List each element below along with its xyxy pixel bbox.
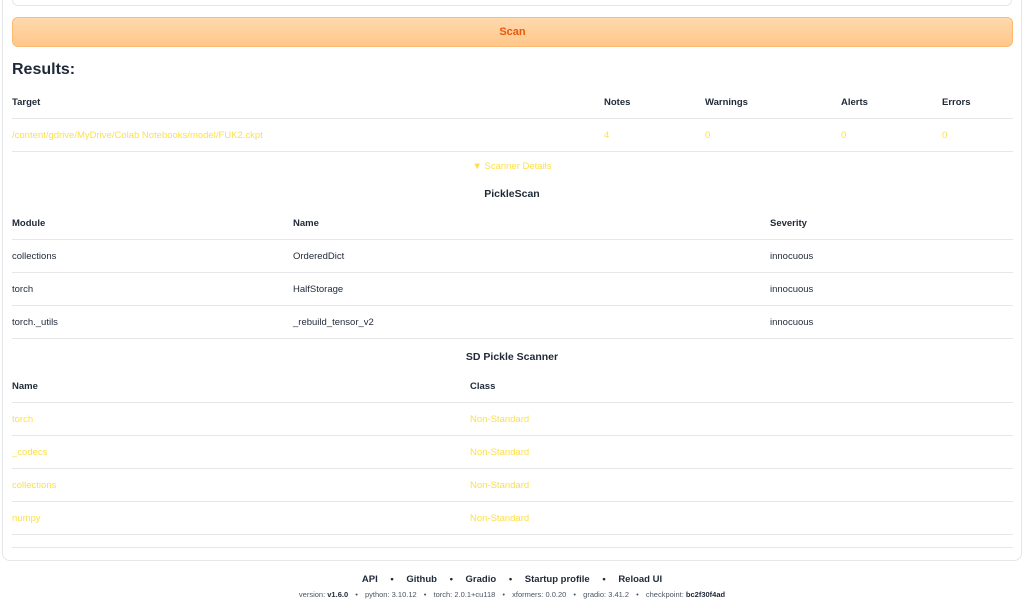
checkpoint-label: checkpoint:: [645, 590, 686, 599]
target-path: /content/gdrive/MyDrive/Colab Notebooks/…: [12, 129, 263, 141]
header-alerts: Alerts: [841, 96, 868, 108]
python-value: 3.10.12: [391, 590, 417, 599]
errors-count: 0: [942, 129, 948, 141]
name-cell: HalfStorage: [293, 283, 344, 295]
table-row: collections OrderedDict innocuous: [12, 240, 1013, 273]
table-row: collections Non-Standard: [12, 469, 1013, 502]
separator-dot: •: [423, 590, 427, 599]
module-cell: collections: [12, 250, 57, 262]
severity-cell: innocuous: [770, 250, 814, 262]
name-cell: numpy: [12, 512, 41, 524]
header-notes: Notes: [604, 96, 631, 108]
severity-cell: innocuous: [770, 283, 814, 295]
picklescan-table: Module Name Severity collections Ordered…: [12, 207, 1013, 339]
name-cell: _codecs: [12, 446, 48, 458]
table-row: _codecs Non-Standard: [12, 436, 1013, 469]
torch-label: torch:: [433, 590, 455, 599]
table-row: torch HalfStorage innocuous: [12, 273, 1013, 306]
input-panel-edge: [12, 0, 1012, 6]
class-cell: Non-Standard: [470, 512, 530, 524]
name-cell: OrderedDict: [293, 250, 345, 262]
module-cell: torch: [12, 283, 34, 295]
results-title: Results:: [12, 61, 76, 78]
name-cell: torch: [12, 413, 34, 425]
separator-dot: •: [502, 590, 506, 599]
separator-dot: •: [508, 574, 513, 585]
scanner-details-toggle[interactable]: ▼ Scanner Details: [0, 161, 1024, 172]
sd-pickle-table: Name Class torch Non-Standard _codecs No…: [12, 370, 1013, 548]
table-spacer-row: [12, 535, 1013, 548]
class-cell: Non-Standard: [470, 413, 530, 425]
footer-link-reload-ui[interactable]: Reload UI: [618, 574, 662, 585]
picklescan-table-header: Module Name Severity: [12, 207, 1013, 240]
header-name: Name: [12, 380, 38, 392]
sd-pickle-scanner-title: SD Pickle Scanner: [465, 351, 559, 363]
checkpoint-value: bc2f30f4ad: [685, 590, 726, 599]
scan-button[interactable]: Scan: [12, 17, 1013, 47]
separator-dot: •: [636, 590, 639, 599]
xformers-label: xformers:: [512, 590, 546, 599]
header-name: Name: [293, 217, 319, 229]
module-cell: torch._utils: [12, 316, 58, 328]
warnings-count: 0: [705, 129, 711, 141]
version-label: version:: [298, 590, 328, 599]
class-cell: Non-Standard: [470, 479, 530, 491]
version-value: v1.6.0: [327, 590, 349, 599]
sd-pickle-table-header: Name Class: [12, 370, 1013, 403]
header-target: Target: [12, 96, 41, 108]
separator-dot: •: [602, 574, 606, 585]
separator-dot: •: [573, 590, 577, 599]
table-row: /content/gdrive/MyDrive/Colab Notebooks/…: [12, 119, 1013, 152]
footer-link-github[interactable]: Github: [406, 574, 437, 585]
footer-links: API • Github • Gradio • Startup profile …: [0, 574, 1024, 585]
alerts-count: 0: [841, 129, 847, 141]
results-table-header: Target Notes Warnings Alerts Errors: [12, 86, 1013, 119]
torch-value: 2.0.1+cu118: [454, 590, 496, 599]
name-cell: _rebuild_tensor_v2: [293, 316, 374, 328]
xformers-value: 0.0.20: [545, 590, 567, 599]
results-table: Target Notes Warnings Alerts Errors /con…: [12, 86, 1013, 152]
notes-count: 4: [604, 129, 610, 141]
table-row: numpy Non-Standard: [12, 502, 1013, 535]
footer-link-gradio[interactable]: Gradio: [466, 574, 497, 585]
gradio-label: gradio:: [583, 590, 609, 599]
footer-link-startup-profile[interactable]: Startup profile: [525, 574, 590, 585]
separator-dot: •: [449, 574, 453, 585]
name-cell: collections: [12, 479, 57, 491]
class-cell: Non-Standard: [470, 446, 530, 458]
table-row: torch._utils _rebuild_tensor_v2 innocuou…: [12, 306, 1013, 339]
picklescan-title: PickleScan: [484, 188, 540, 200]
header-module: Module: [12, 217, 46, 229]
header-severity: Severity: [770, 217, 807, 229]
header-warnings: Warnings: [705, 96, 748, 108]
python-label: python:: [364, 590, 392, 599]
severity-cell: innocuous: [770, 316, 814, 328]
table-row: torch Non-Standard: [12, 403, 1013, 436]
gradio-value: 3.41.2: [608, 590, 630, 599]
separator-dot: •: [390, 574, 394, 585]
version-info: version: v1.6.0 • python: 3.10.12 • torc…: [0, 590, 1024, 599]
header-class: Class: [470, 380, 496, 392]
footer-link-api[interactable]: API: [362, 574, 378, 585]
separator-dot: •: [355, 590, 358, 599]
header-errors: Errors: [942, 96, 971, 108]
